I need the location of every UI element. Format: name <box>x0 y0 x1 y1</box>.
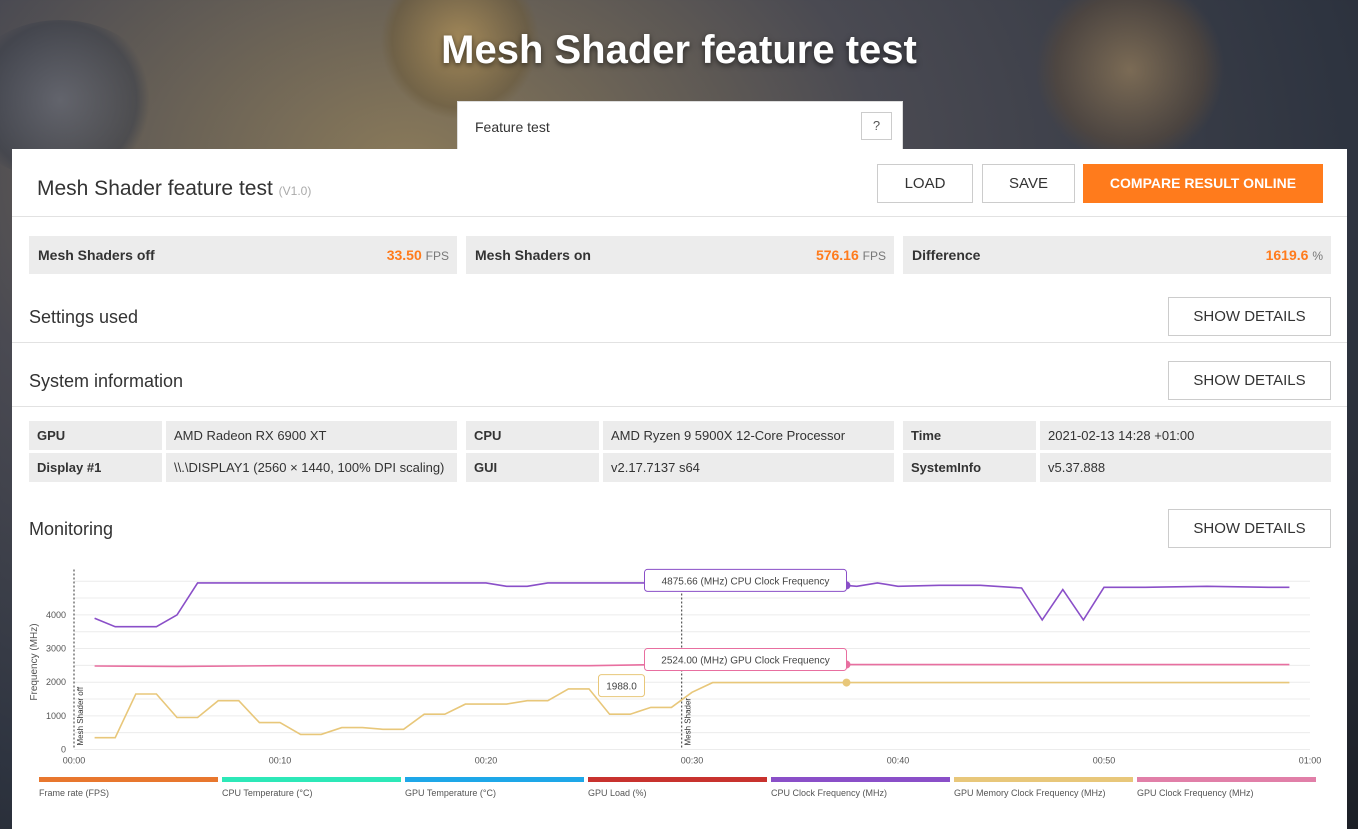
info-value-systeminfo: v5.37.888 <box>1040 453 1331 482</box>
divider <box>12 342 1347 343</box>
legend-item[interactable]: GPU Temperature (°C) <box>405 777 584 798</box>
legend-swatch <box>405 777 584 782</box>
legend-item[interactable]: GPU Load (%) <box>588 777 767 798</box>
info-value-cpu: AMD Ryzen 9 5900X 12-Core Processor <box>603 421 894 450</box>
background-art <box>1030 0 1230 160</box>
score-value: 576.16 <box>815 247 859 263</box>
result-panel: Mesh Shader feature test (V1.0) LOAD SAV… <box>12 149 1347 829</box>
legend-swatch <box>222 777 401 782</box>
monitoring-show-details-button[interactable]: SHOW DETAILS <box>1168 509 1331 548</box>
legend-label: GPU Load (%) <box>588 788 647 798</box>
result-title: Mesh Shader feature test (V1.0) <box>37 177 311 201</box>
test-type-label: Feature test <box>475 119 550 135</box>
score-label: Mesh Shaders off <box>38 247 155 263</box>
info-value-display: \\.\DISPLAY1 (2560 × 1440, 100% DPI scal… <box>166 453 457 482</box>
info-key-time: Time <box>903 421 1036 450</box>
legend-label: GPU Memory Clock Frequency (MHz) <box>954 788 1106 798</box>
score-label: Mesh Shaders on <box>475 247 591 263</box>
score-value: 1619.6 <box>1265 247 1309 263</box>
y-tick-label: 0 <box>61 745 66 755</box>
x-tick-label: 00:20 <box>475 756 498 766</box>
score-unit: FPS <box>862 249 886 263</box>
x-tick-label: 01:00 <box>1299 756 1322 766</box>
legend-label: Frame rate (FPS) <box>39 788 110 798</box>
score-mesh-on: Mesh Shaders on 576.16 FPS <box>466 236 894 274</box>
legend-label: CPU Clock Frequency (MHz) <box>771 788 888 798</box>
phase-marker-label: Mesh Shader <box>684 698 693 746</box>
info-key-systeminfo: SystemInfo <box>903 453 1036 482</box>
legend-swatch <box>39 777 218 782</box>
page-title: Mesh Shader feature test <box>441 28 917 72</box>
legend-item[interactable]: GPU Memory Clock Frequency (MHz) <box>954 777 1133 798</box>
score-mesh-off: Mesh Shaders off 33.50 FPS <box>29 236 457 274</box>
x-tick-label: 00:50 <box>1093 756 1116 766</box>
result-version: (V1.0) <box>278 184 312 198</box>
load-button[interactable]: LOAD <box>877 164 973 203</box>
result-title-text: Mesh Shader feature test <box>37 177 273 200</box>
system-section-title: System information <box>29 371 184 391</box>
info-key-display: Display #1 <box>29 453 162 482</box>
info-key-gui: GUI <box>466 453 599 482</box>
x-tick-label: 00:40 <box>887 756 910 766</box>
divider <box>12 216 1347 217</box>
legend-swatch <box>1137 777 1316 782</box>
score-label: Difference <box>912 247 981 263</box>
legend-swatch <box>771 777 950 782</box>
y-tick-label: 4000 <box>46 610 66 620</box>
settings-section-title: Settings used <box>29 307 139 327</box>
legend-swatch <box>954 777 1133 782</box>
score-value: 33.50 <box>386 247 422 263</box>
legend-label: CPU Temperature (°C) <box>222 788 313 798</box>
legend-label: GPU Temperature (°C) <box>405 788 496 798</box>
test-type-selector[interactable]: Feature test ? <box>457 101 903 151</box>
y-axis-label: Frequency (MHz) <box>29 623 40 700</box>
system-show-details-button[interactable]: SHOW DETAILS <box>1168 361 1331 400</box>
tooltip-text: 1988.0 <box>606 682 637 693</box>
compare-online-button[interactable]: COMPARE RESULT ONLINE <box>1083 164 1323 203</box>
y-tick-label: 1000 <box>46 711 66 721</box>
settings-show-details-button[interactable]: SHOW DETAILS <box>1168 297 1331 336</box>
y-tick-label: 3000 <box>46 644 66 654</box>
tooltip-point <box>842 678 851 687</box>
help-button[interactable]: ? <box>861 112 892 140</box>
y-tick-label: 2000 <box>46 677 66 687</box>
info-value-time: 2021-02-13 14:28 +01:00 <box>1040 421 1331 450</box>
legend-label: GPU Clock Frequency (MHz) <box>1137 788 1254 798</box>
save-button[interactable]: SAVE <box>982 164 1075 203</box>
score-unit: FPS <box>425 249 449 263</box>
phase-marker-label: Mesh Shader off <box>76 686 85 745</box>
legend-item[interactable]: CPU Temperature (°C) <box>222 777 401 798</box>
info-key-gpu: GPU <box>29 421 162 450</box>
monitoring-section-title: Monitoring <box>29 519 114 539</box>
x-tick-label: 00:00 <box>63 756 86 766</box>
info-value-gui: v2.17.7137 s64 <box>603 453 894 482</box>
x-tick-label: 00:30 <box>681 756 704 766</box>
divider <box>12 406 1347 407</box>
tooltip-text: 2524.00 (MHz) GPU Clock Frequency <box>661 656 829 667</box>
score-unit: % <box>1312 249 1323 263</box>
x-tick-label: 00:10 <box>269 756 292 766</box>
legend-item[interactable]: CPU Clock Frequency (MHz) <box>771 777 950 798</box>
legend-item[interactable]: Frame rate (FPS) <box>39 777 218 798</box>
legend-item[interactable]: GPU Clock Frequency (MHz) <box>1137 777 1316 798</box>
score-difference: Difference 1619.6 % <box>903 236 1331 274</box>
info-key-cpu: CPU <box>466 421 599 450</box>
monitoring-chart: 0 1000 2000 3000 4000 00:00 00:10 00:20 00:30 00:… <box>29 568 1322 766</box>
legend-swatch <box>588 777 767 782</box>
tooltip-text: 4875.66 (MHz) CPU Clock Frequency <box>662 576 830 587</box>
info-value-gpu: AMD Radeon RX 6900 XT <box>166 421 457 450</box>
